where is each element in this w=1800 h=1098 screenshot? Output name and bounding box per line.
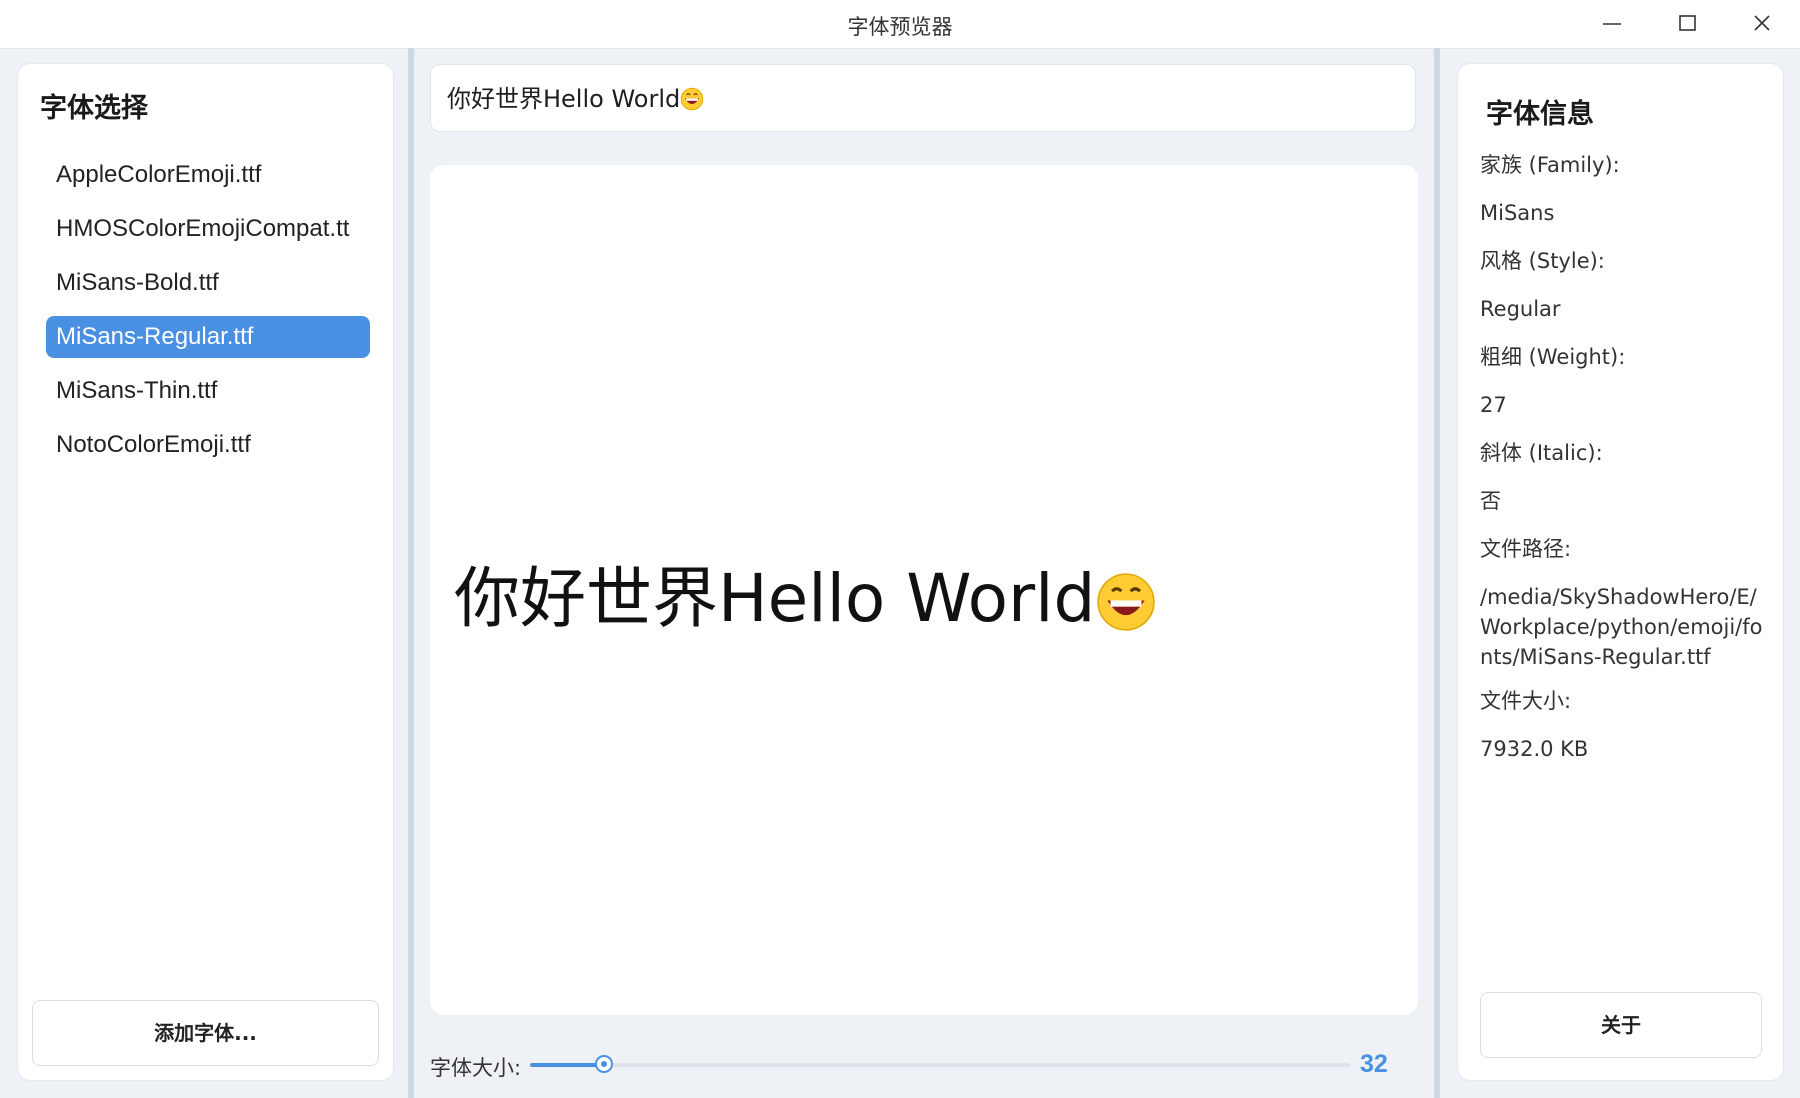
preview-render: 你好世界Hello World <box>454 545 1157 649</box>
window-title: 字体预览器 <box>847 15 953 39</box>
preview-text-input[interactable]: 你好世界Hello World <box>430 64 1416 132</box>
font-list-item[interactable]: HMOSColorEmojiCompat.tt <box>46 208 370 250</box>
path-value: /media/SkyShadowHero/E/Workplace/python/… <box>1480 585 1763 669</box>
font-info-list: 家族 (Family): MiSans 风格 (Style): Regular … <box>1480 150 1770 782</box>
grinning-face-emoji-icon <box>680 69 704 137</box>
splitter-right[interactable] <box>1434 48 1440 1098</box>
style-label: 风格 (Style): <box>1480 249 1605 273</box>
font-info-panel: 字体信息 家族 (Family): MiSans 风格 (Style): Reg… <box>1458 64 1783 1080</box>
minimize-icon <box>1603 23 1621 25</box>
family-value: MiSans <box>1480 201 1555 225</box>
family-label: 家族 (Family): <box>1480 153 1620 177</box>
font-list-item-selected[interactable]: MiSans-Regular.ttf <box>46 316 370 358</box>
weight-label: 粗细 (Weight): <box>1480 345 1626 369</box>
italic-label: 斜体 (Italic): <box>1480 441 1603 465</box>
maximize-button[interactable] <box>1665 8 1709 40</box>
file-size-label: 文件大小: <box>1480 689 1572 713</box>
add-font-button[interactable]: 添加字体... <box>32 1000 379 1066</box>
font-preview-area: 你好世界Hello World <box>430 165 1418 1015</box>
preview-input-text: 你好世界Hello World <box>447 85 681 113</box>
minimize-button[interactable] <box>1590 8 1634 40</box>
slider-track <box>530 1063 1350 1067</box>
font-size-value: 32 <box>1360 1050 1388 1078</box>
slider-thumb[interactable] <box>594 1055 613 1073</box>
about-button[interactable]: 关于 <box>1480 992 1762 1058</box>
file-size-value: 7932.0 KB <box>1480 737 1589 761</box>
preview-render-text: 你好世界Hello World <box>454 560 1096 637</box>
maximize-icon <box>1679 15 1696 31</box>
splitter-left[interactable] <box>408 48 414 1098</box>
path-label: 文件路径: <box>1480 537 1572 561</box>
font-list-item[interactable]: NotoColorEmoji.ttf <box>46 424 370 466</box>
italic-value: 否 <box>1480 489 1501 513</box>
title-bar: 字体预览器 <box>0 0 1800 49</box>
font-selection-panel: 字体选择 AppleColorEmoji.ttf HMOSColorEmojiC… <box>18 64 393 1080</box>
close-icon <box>1754 15 1770 31</box>
grinning-face-emoji-icon <box>1095 571 1157 649</box>
font-selection-heading: 字体选择 <box>40 93 148 124</box>
close-button[interactable] <box>1740 8 1784 40</box>
font-list: AppleColorEmoji.ttf HMOSColorEmojiCompat… <box>46 154 370 478</box>
font-info-heading: 字体信息 <box>1486 99 1594 130</box>
style-value: Regular <box>1480 297 1561 321</box>
slider-fill <box>530 1063 604 1067</box>
font-list-item[interactable]: MiSans-Thin.ttf <box>46 370 370 412</box>
font-size-slider[interactable] <box>530 1052 1350 1078</box>
font-list-item[interactable]: AppleColorEmoji.ttf <box>46 154 370 196</box>
font-size-label: 字体大小: <box>430 1056 522 1080</box>
font-list-item[interactable]: MiSans-Bold.ttf <box>46 262 370 304</box>
weight-value: 27 <box>1480 393 1507 417</box>
